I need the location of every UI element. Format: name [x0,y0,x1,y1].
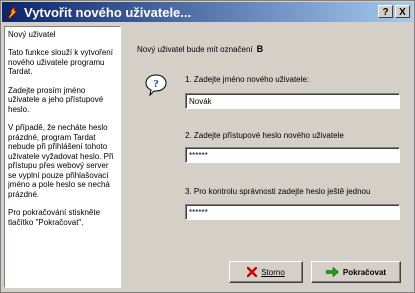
step1-label: 1. Zadejte jméno nového uživatele: [185,75,310,84]
green-arrow-right-icon [325,267,339,277]
continue-button[interactable]: Pokračovat [311,261,401,283]
sidebar-paragraph-4: Pro pokračování stiskněte tlačítko "Pokr… [8,208,101,227]
sidebar-heading: Nový uživatel [8,30,56,39]
cancel-label: Storno [261,267,285,277]
password-field[interactable] [185,147,400,163]
red-x-icon [247,267,258,277]
intro-text: Nový uživatel bude mít označení B [137,44,263,54]
user-mark: B [256,44,264,54]
help-title-button[interactable]: ? [378,5,393,18]
sidebar-paragraph-1: Tato funkce slouží k vytvoření nového už… [8,48,113,76]
info-sidebar: Nový uživatel Tato funkce slouží k vytvo… [4,26,121,288]
step3-label: 3. Pro kontrolu správnosti zadejte heslo… [185,187,371,196]
step2-label: 2. Zadejte přístupové heslo nového uživa… [185,131,344,140]
window-title: Vytvořit nového uživatele... [24,4,192,20]
sidebar-paragraph-2: Zadejte prosím jméno uživatele a jeho př… [8,85,104,114]
wizard-lightning-icon [7,5,18,19]
intro-label: Nový uživatel bude mít označení [137,45,253,54]
sidebar-paragraph-3: V případě, že necháte heslo prázdné, pro… [8,123,114,199]
dialog-window: Vytvořit nového uživatele... ? X Nový už… [0,0,415,293]
cancel-button[interactable]: Storno [229,261,303,283]
main-panel: Nový uživatel bude mít označení B ? 1. Za… [129,26,411,288]
username-field[interactable] [185,93,400,109]
title-bar[interactable]: Vytvořit nového uživatele... ? X [2,2,413,22]
svg-text:?: ? [153,78,159,90]
continue-label: Pokračovat [342,267,387,277]
question-bubble-icon: ? [145,74,167,96]
password-confirm-field[interactable] [185,204,400,220]
close-button[interactable]: X [395,5,410,18]
